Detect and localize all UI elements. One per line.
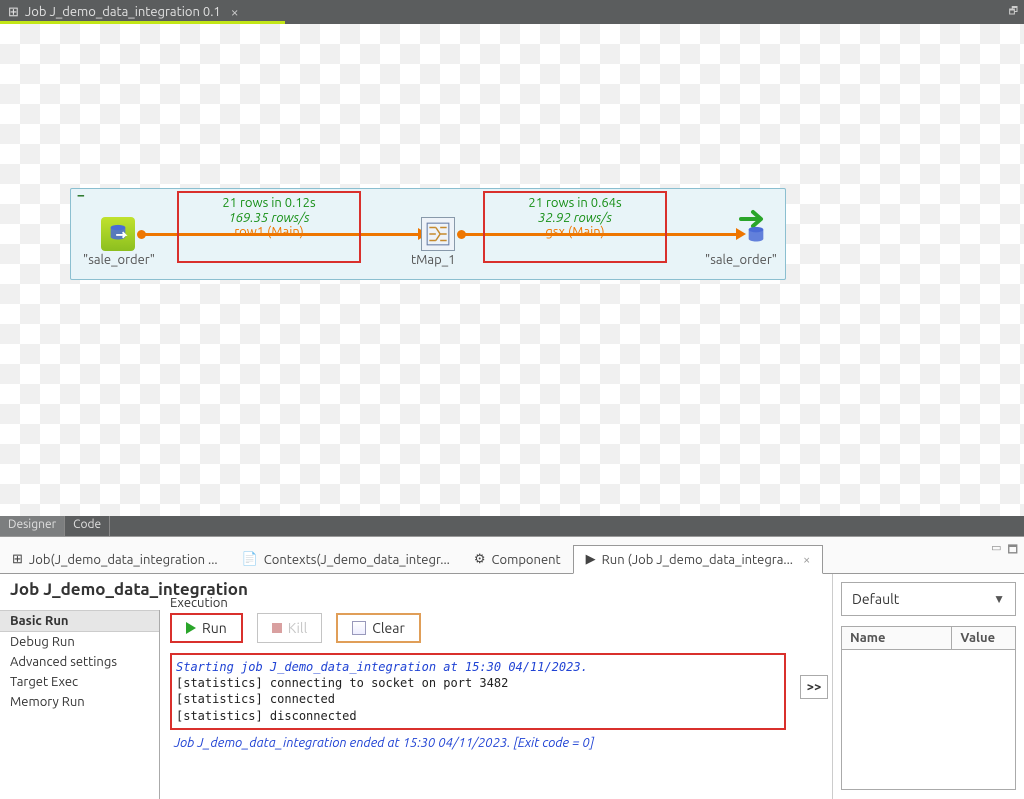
view-tabs: Designer Code	[0, 516, 1024, 536]
console-line: [statistics] connecting to socket on por…	[176, 675, 780, 691]
run-button[interactable]: Run	[170, 613, 243, 643]
design-canvas[interactable]: − "sale_order" 21 rows in 0.12s 169.35 r…	[0, 24, 1024, 516]
console-line: Starting job J_demo_data_integration at …	[176, 659, 780, 675]
nav-memory-run[interactable]: Memory Run	[0, 692, 159, 712]
play-icon	[186, 622, 196, 634]
tab-job-label: Job(J_demo_data_integration ...	[29, 553, 218, 567]
clear-button[interactable]: Clear	[336, 613, 420, 643]
nav-advanced-settings[interactable]: Advanced settings	[0, 652, 159, 672]
console-line: [statistics] connected	[176, 691, 780, 707]
database-icon	[745, 225, 767, 247]
panel-tab-bar: ⊞ Job(J_demo_data_integration ... 📄 Cont…	[0, 536, 1024, 574]
tmap-icon	[425, 221, 451, 247]
component-label: "sale_order"	[83, 253, 155, 267]
component-db-output[interactable]	[741, 221, 771, 251]
tree-icon: ⊞	[8, 5, 19, 20]
console-line: Job J_demo_data_integration ended at 15:…	[170, 736, 786, 750]
tab-run[interactable]: ▶ Run (Job J_demo_data_integra... ×	[573, 545, 824, 574]
link1-stats: 21 rows in 0.12s 169.35 rows/s row1 (Mai…	[177, 195, 361, 239]
nav-basic-run[interactable]: Basic Run	[0, 610, 159, 632]
database-icon	[107, 223, 129, 245]
collapse-toggle-icon[interactable]: −	[77, 187, 85, 203]
component-label: tMap_1	[411, 253, 455, 267]
link2-rows: 21 rows in 0.64s	[483, 195, 667, 211]
link2-stats: 21 rows in 0.64s 32.92 rows/s gsx (Main)	[483, 195, 667, 239]
clear-icon	[352, 621, 366, 635]
component-label: "sale_order"	[691, 253, 791, 267]
console-line: [statistics] disconnected	[176, 708, 780, 724]
column-value[interactable]: Value	[952, 627, 1015, 649]
stop-icon	[272, 623, 282, 633]
tab-component-label: Component	[492, 553, 561, 567]
panel-size-controls: ▭ 🗖	[991, 541, 1018, 560]
kill-button[interactable]: Kill	[257, 613, 323, 643]
chevron-double-right-icon: >>	[807, 680, 822, 694]
gear-icon: ⚙	[474, 552, 486, 567]
close-icon[interactable]: ×	[231, 4, 239, 20]
context-dropdown[interactable]: Default ▼	[841, 582, 1016, 616]
play-icon: ▶	[586, 552, 596, 567]
run-panel: Job J_demo_data_integration Basic Run De…	[0, 574, 1024, 799]
close-icon[interactable]: ×	[803, 553, 810, 567]
editor-tab-bar: ⊞ Job J_demo_data_integration 0.1 × 🗗	[0, 0, 1024, 24]
tree-icon: ⊞	[12, 552, 23, 567]
context-panel: Default ▼ Name Value	[832, 574, 1024, 799]
nav-target-exec[interactable]: Target Exec	[0, 672, 159, 692]
expand-button[interactable]: >>	[800, 675, 828, 699]
link1-name: row1 (Main)	[177, 225, 361, 239]
tab-code[interactable]: Code	[65, 516, 110, 536]
clear-button-label: Clear	[372, 620, 404, 636]
component-db-input[interactable]	[101, 217, 135, 251]
console-output[interactable]: Starting job J_demo_data_integration at …	[170, 653, 786, 730]
tab-run-label: Run (Job J_demo_data_integra...	[602, 553, 793, 567]
tab-designer[interactable]: Designer	[0, 516, 65, 536]
component-tmap[interactable]	[421, 217, 455, 251]
link2-name: gsx (Main)	[483, 225, 667, 239]
execution-label: Execution	[170, 596, 786, 610]
link2-rate: 32.92 rows/s	[483, 211, 667, 225]
job-title: Job J_demo_data_integration	[10, 580, 248, 599]
context-grid-header: Name Value	[841, 626, 1016, 650]
tab-contexts[interactable]: 📄 Contexts(J_demo_data_integr...	[230, 546, 462, 573]
kill-button-label: Kill	[288, 620, 308, 636]
column-name[interactable]: Name	[842, 627, 952, 649]
execution-panel: Execution Run Kill Clear Starting job J_…	[160, 590, 796, 799]
run-buttons: Run Kill Clear	[170, 613, 786, 643]
chevron-down-icon: ▼	[993, 592, 1005, 606]
run-mode-nav: Basic Run Debug Run Advanced settings Ta…	[0, 610, 160, 799]
context-grid-body[interactable]	[841, 650, 1016, 790]
link1-rate: 169.35 rows/s	[177, 211, 361, 225]
document-icon: 📄	[242, 552, 258, 567]
maximize-icon[interactable]: 🗖	[1008, 541, 1018, 560]
link1-rows: 21 rows in 0.12s	[177, 195, 361, 211]
editor-tab-title[interactable]: Job J_demo_data_integration 0.1	[25, 5, 221, 19]
run-button-label: Run	[202, 620, 227, 636]
tab-job[interactable]: ⊞ Job(J_demo_data_integration ...	[0, 546, 230, 573]
context-dropdown-value: Default	[852, 591, 899, 607]
nav-debug-run[interactable]: Debug Run	[0, 632, 159, 652]
subjob-container[interactable]: − "sale_order" 21 rows in 0.12s 169.35 r…	[70, 188, 786, 280]
minimize-icon[interactable]: ▭	[991, 541, 1001, 560]
restore-icon[interactable]: 🗗	[1009, 4, 1018, 21]
tab-contexts-label: Contexts(J_demo_data_integr...	[264, 553, 450, 567]
tab-component[interactable]: ⚙ Component	[462, 546, 573, 573]
